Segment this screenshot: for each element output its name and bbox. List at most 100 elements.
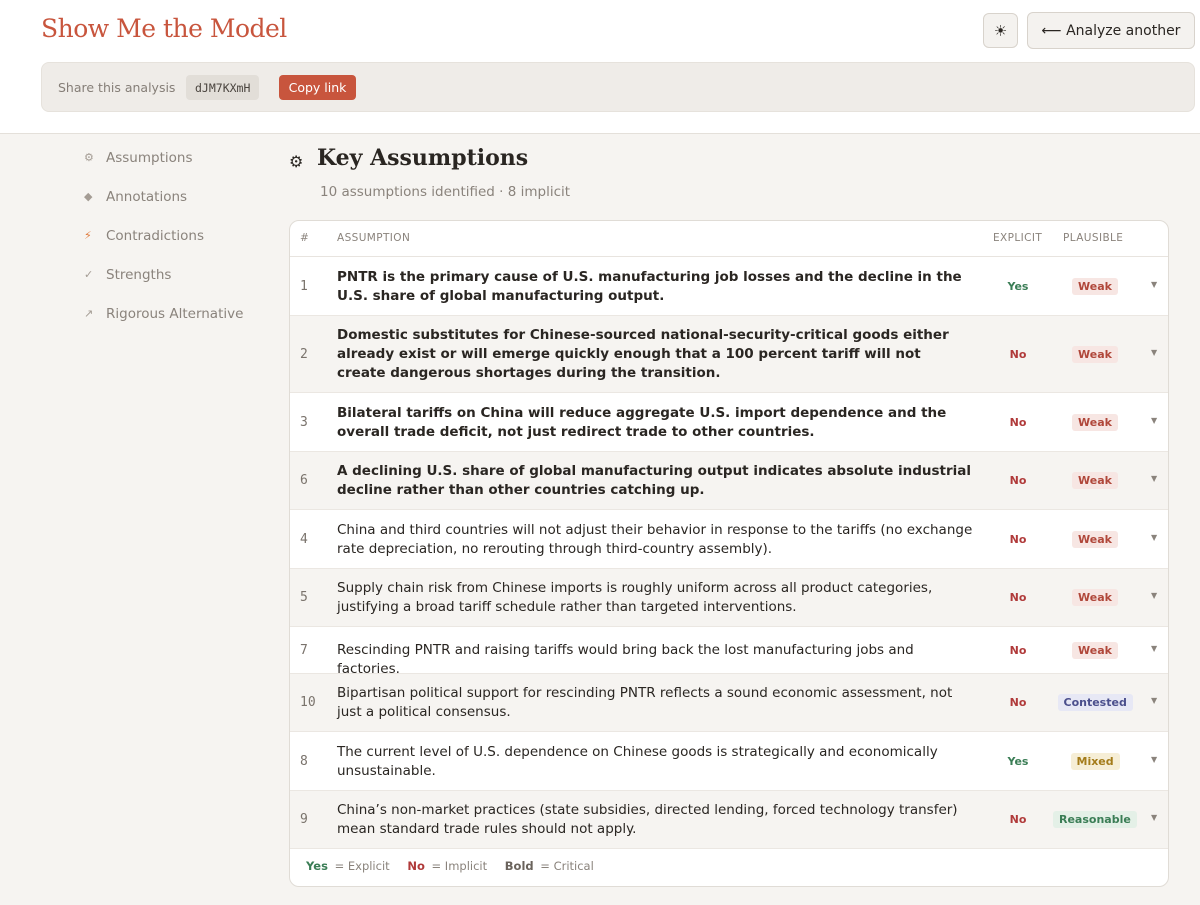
sidebar-item-label: Annotations <box>106 188 188 205</box>
table-row[interactable]: 4 China and third countries will not adju… <box>290 510 1168 569</box>
table-row[interactable]: 1 PNTR is the primary cause of U.S. manuf… <box>290 258 1168 316</box>
sidebar-item-rigorous-alternative[interactable]: ↗ Rigorous Alternative <box>80 294 260 333</box>
expand-caret-icon[interactable]: ▼ <box>1151 280 1157 289</box>
brand-title[interactable]: Show Me the Model <box>41 14 287 43</box>
legend-yes-key: Yes <box>306 859 328 873</box>
explicit-value: No <box>1009 643 1027 657</box>
sidebar-item-label: Contradictions <box>106 227 204 244</box>
gear-icon: ⚙ <box>84 151 94 164</box>
plausibility-badge: Contested <box>1057 694 1133 711</box>
plausibility-badge: Weak <box>1072 589 1118 606</box>
sidebar-item-label: Rigorous Alternative <box>106 305 244 322</box>
assumption-text: Domestic substitutes for Chinese-sourced… <box>337 327 949 381</box>
share-bar: Share this analysis dJM7KXmH Copy link <box>41 62 1195 112</box>
copy-link-button[interactable]: Copy link <box>279 75 356 100</box>
assumption-text: The current level of U.S. dependence on … <box>337 743 938 779</box>
table-row[interactable]: 3 Bilateral tariffs on China will reduce … <box>290 393 1168 452</box>
explicit-value: No <box>1009 696 1027 709</box>
row-number: 4 <box>300 531 308 547</box>
assumptions-table: # ASSUMPTION EXPLICIT PLAUSIBLE 1 PNTR is… <box>289 220 1169 887</box>
expand-caret-icon[interactable]: ▼ <box>1151 644 1157 653</box>
plausibility-badge: Weak <box>1072 472 1118 489</box>
diamond-icon: ◆ <box>84 190 93 203</box>
column-header-explicit: EXPLICIT <box>993 232 1043 244</box>
assumption-text: China’s non-market practices (state subs… <box>337 802 958 837</box>
expand-caret-icon[interactable]: ▼ <box>1151 348 1157 357</box>
assumption-text: A declining U.S. share of global manufac… <box>337 463 971 498</box>
assumption-text: Supply chain risk from Chinese imports i… <box>337 580 933 615</box>
explicit-value: No <box>1009 415 1027 429</box>
assumption-text: Bilateral tariffs on China will reduce a… <box>337 404 947 440</box>
column-header-plausible: PLAUSIBLE <box>1063 232 1124 244</box>
row-number: 6 <box>300 473 308 488</box>
table-row[interactable]: 5 Supply chain risk from Chinese imports … <box>290 569 1168 627</box>
arrow-icon: ↗ <box>84 307 94 320</box>
table-row[interactable]: 6 A declining U.S. share of global manufa… <box>290 452 1168 510</box>
plausibility-badge: Weak <box>1072 530 1118 548</box>
explicit-value: No <box>1009 591 1027 604</box>
assumption-text: PNTR is the primary cause of U.S. manufa… <box>337 269 962 304</box>
check-icon: ✓ <box>84 268 94 281</box>
analyze-another-button[interactable]: ⟵ Analyze another <box>1027 12 1195 49</box>
plausibility-badge: Weak <box>1072 413 1118 431</box>
sidebar-item-contradictions[interactable]: ⚡ Contradictions <box>80 216 260 255</box>
plausibility-badge: Reasonable <box>1053 811 1137 828</box>
explicit-value: No <box>1009 813 1027 826</box>
sidebar-item-annotations[interactable]: ◆ Annotations <box>80 177 260 216</box>
section-title: Key Assumptions <box>317 145 529 171</box>
section-subtitle: 10 assumptions identified · 8 implicit <box>320 184 571 200</box>
table-header: # ASSUMPTION EXPLICIT PLAUSIBLE <box>290 221 1168 257</box>
expand-caret-icon[interactable]: ▼ <box>1151 591 1157 600</box>
expand-caret-icon[interactable]: ▼ <box>1151 755 1157 764</box>
explicit-value: No <box>1009 347 1027 361</box>
expand-caret-icon[interactable]: ▼ <box>1151 696 1157 705</box>
sun-icon: ☀ <box>993 21 1008 40</box>
assumption-text: Bipartisan political support for rescind… <box>337 685 953 720</box>
row-number: 8 <box>300 753 308 769</box>
table-row[interactable]: 7 Rescinding PNTR and raising tariffs wou… <box>290 627 1168 677</box>
explicit-value: No <box>1009 474 1027 487</box>
legend-yes-desc: = Explicit <box>334 859 390 873</box>
row-number: 9 <box>300 812 308 827</box>
row-number: 7 <box>300 642 308 658</box>
table-row[interactable]: 8 The current level of U.S. dependence on… <box>290 732 1168 791</box>
sidebar-item-label: Strengths <box>106 266 172 283</box>
legend-no-desc: = Implicit <box>431 859 488 873</box>
share-code[interactable]: dJM7KXmH <box>186 75 260 100</box>
sidebar-item-assumptions[interactable]: ⚙ Assumptions <box>80 138 260 177</box>
row-number: 2 <box>300 346 308 362</box>
theme-toggle-button[interactable]: ☀ <box>983 13 1018 48</box>
top-header: Show Me the Model ☀ ⟵ Analyze another Sh… <box>0 0 1200 134</box>
explicit-value: Yes <box>1007 754 1029 768</box>
row-number: 5 <box>300 590 308 605</box>
row-number: 3 <box>300 414 308 430</box>
sidebar-item-strengths[interactable]: ✓ Strengths <box>80 255 260 294</box>
row-number: 10 <box>300 695 316 710</box>
table-row[interactable]: 2 Domestic substitutes for Chinese-source… <box>290 316 1168 393</box>
explicit-value: No <box>1009 532 1027 546</box>
sidebar-item-label: Assumptions <box>106 149 193 166</box>
row-number: 1 <box>300 279 308 294</box>
gear-icon: ⚙ <box>289 152 304 171</box>
explicit-value: Yes <box>1007 280 1029 293</box>
share-label: Share this analysis <box>58 80 176 95</box>
lightning-icon: ⚡ <box>84 229 92 242</box>
table-row[interactable]: 9 China’s non-market practices (state sub… <box>290 791 1168 849</box>
legend-bold-key: Bold <box>504 859 534 873</box>
legend-no-key: No <box>407 859 425 873</box>
column-header-number: # <box>300 232 310 244</box>
table-legend: Yes = Explicit No = Implicit Bold = Crit… <box>306 859 597 873</box>
sidebar-nav: ⚙ Assumptions ◆ Annotations ⚡ Contradict… <box>80 138 260 333</box>
plausibility-badge: Weak <box>1072 278 1118 295</box>
expand-caret-icon[interactable]: ▼ <box>1151 813 1157 822</box>
assumption-text: China and third countries will not adjus… <box>337 521 973 557</box>
expand-caret-icon[interactable]: ▼ <box>1151 533 1157 542</box>
plausibility-badge: Weak <box>1072 345 1118 363</box>
plausibility-badge: Weak <box>1072 641 1118 659</box>
column-header-assumption: ASSUMPTION <box>337 232 411 244</box>
expand-caret-icon[interactable]: ▼ <box>1151 416 1157 425</box>
table-row[interactable]: 10 Bipartisan political support for resci… <box>290 674 1168 732</box>
legend-bold-desc: = Critical <box>540 859 594 873</box>
plausibility-badge: Mixed <box>1070 752 1120 770</box>
expand-caret-icon[interactable]: ▼ <box>1151 474 1157 483</box>
